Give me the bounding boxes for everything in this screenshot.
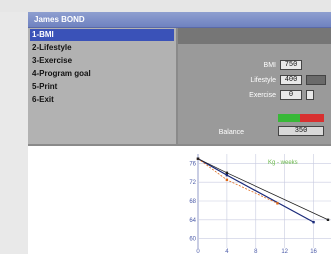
- series-2-point: [225, 178, 229, 182]
- panel-header: [178, 28, 331, 44]
- series-3-point: [196, 157, 200, 160]
- exercise-field[interactable]: 0: [280, 90, 302, 100]
- top-frame: [0, 0, 331, 12]
- left-frame: [0, 12, 28, 254]
- exercise-extra-box: [306, 90, 314, 100]
- weight-chart: 76 72 68 64 60 0 4 8 12 16 Kg - weeks: [28, 144, 331, 254]
- lifestyle-field[interactable]: 400: [280, 75, 302, 85]
- exercise-label: Exercise: [249, 92, 276, 99]
- series-3-point: [326, 218, 330, 221]
- chart-series: [196, 157, 330, 224]
- series-line-3: [197, 158, 329, 221]
- series-1-point: [225, 173, 229, 177]
- menu-item-exit[interactable]: 6-Exit: [30, 94, 174, 106]
- bmi-field[interactable]: 750: [280, 60, 302, 70]
- y-tick-label: 60: [189, 237, 196, 243]
- x-tick-label: 4: [225, 249, 229, 254]
- menu-item-print[interactable]: 5-Print: [30, 81, 174, 93]
- y-tick-label: 64: [189, 218, 196, 224]
- menu-item-lifestyle[interactable]: 2-Lifestyle: [30, 42, 174, 54]
- balance-red-bar: [300, 114, 324, 122]
- chart-legend: Kg - weeks: [268, 160, 298, 166]
- x-tick-label: 0: [196, 249, 200, 254]
- main-menu: 1-BMI 2-Lifestyle 3-Exercise 4-Program g…: [28, 28, 178, 144]
- x-tick-label: 12: [281, 249, 288, 254]
- menu-item-program-goal[interactable]: 4-Program goal: [30, 68, 174, 80]
- series-2-point: [276, 202, 279, 205]
- lifestyle-label: Lifestyle: [250, 77, 276, 84]
- window-title: James BOND: [28, 12, 331, 28]
- lifestyle-extra-box: [306, 75, 326, 85]
- bmi-panel: BMI 750 Lifestyle 400 Exercise 0 Balance…: [178, 28, 331, 144]
- app-window: James BOND 1-BMI 2-Lifestyle 3-Exercise …: [0, 0, 331, 254]
- chart-ticks: 76 72 68 64 60 0 4 8 12 16: [189, 161, 317, 254]
- menu-item-exercise[interactable]: 3-Exercise: [30, 55, 174, 67]
- x-tick-label: 8: [254, 249, 258, 254]
- menu-item-bmi[interactable]: 1-BMI: [30, 29, 174, 41]
- bmi-label: BMI: [263, 62, 276, 69]
- balance-field: 350: [278, 126, 324, 136]
- balance-label: Balance: [218, 129, 244, 136]
- x-tick-label: 16: [310, 249, 317, 254]
- y-tick-label: 76: [189, 161, 196, 167]
- y-tick-label: 68: [189, 199, 196, 205]
- series-3-point: [225, 171, 229, 174]
- series-1-point: [312, 220, 315, 224]
- y-tick-label: 72: [189, 180, 196, 186]
- balance-green-bar: [278, 114, 300, 122]
- chart-svg: 76 72 68 64 60 0 4 8 12 16 Kg - weeks: [189, 154, 331, 254]
